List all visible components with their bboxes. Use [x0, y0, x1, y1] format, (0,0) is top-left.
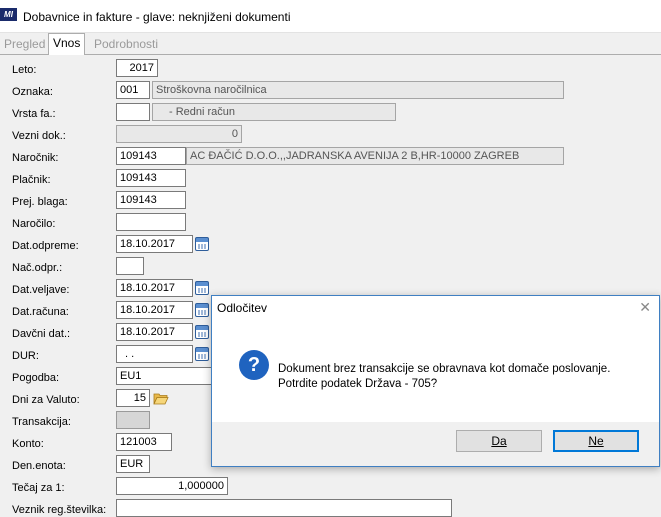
- label-dur: DUR:: [12, 350, 39, 362]
- label-oznaka: Oznaka:: [12, 86, 53, 98]
- dialog-message-line2: Potrdite podatek Država - 705?: [278, 378, 438, 390]
- narocnik-description: AC ĐAČIĆ D.O.O.,,JADRANSKA AVENIJA 2 B,H…: [186, 147, 564, 165]
- label-dat-racuna: Dat.računa:: [12, 306, 69, 318]
- label-den-enota: Den.enota:: [12, 460, 66, 472]
- narocnik-input[interactable]: 109143: [116, 147, 186, 165]
- dat-racuna-input[interactable]: 18.10.2017: [116, 301, 193, 319]
- dialog-message-line1: Dokument brez transakcije se obravnava k…: [278, 363, 611, 375]
- tab-strip: Pregled Vnos Podrobnosti: [0, 33, 661, 55]
- label-leto: Leto:: [12, 64, 37, 76]
- veznik-reg-input[interactable]: [116, 499, 452, 517]
- label-nac-odpr: Nač.odpr.:: [12, 262, 63, 274]
- yes-button-label: Da: [491, 434, 507, 448]
- dat-odpreme-input[interactable]: 18.10.2017: [116, 235, 193, 253]
- decision-dialog: Odločitev ✕ ? Dokument brez transakcije …: [211, 295, 660, 467]
- transakcija-field: [116, 411, 150, 429]
- label-vezni-dok: Vezni dok.:: [12, 130, 66, 142]
- close-icon[interactable]: ✕: [639, 299, 651, 316]
- label-transakcija: Transakcija:: [12, 416, 71, 428]
- label-vrsta-fa: Vrsta fa.:: [12, 108, 56, 120]
- label-prej-blaga: Prej. blaga:: [12, 196, 68, 208]
- tab-vnos[interactable]: Vnos: [48, 33, 86, 55]
- pogodba-input[interactable]: EU1: [116, 367, 212, 385]
- label-placnik: Plačnik:: [12, 174, 51, 186]
- label-veznik-reg: Veznik reg.številka:: [12, 504, 107, 516]
- calendar-icon[interactable]: [195, 303, 209, 317]
- folder-open-icon[interactable]: [153, 392, 169, 405]
- vrsta-fa-description: - Redni račun: [152, 103, 396, 121]
- dialog-title: Odločitev: [217, 301, 268, 315]
- dialog-message: Dokument brez transakcije se obravnava k…: [278, 362, 610, 392]
- label-dat-veljave: Dat.veljave:: [12, 284, 70, 296]
- vezni-dok-field: 0: [116, 125, 242, 143]
- prej-blaga-input[interactable]: 109143: [116, 191, 186, 209]
- calendar-icon[interactable]: [195, 325, 209, 339]
- oznaka-description: Stroškovna naročilnica: [152, 81, 564, 99]
- label-konto: Konto:: [12, 438, 44, 450]
- app-logo-icon: MI: [0, 8, 17, 21]
- yes-button[interactable]: Da: [456, 430, 542, 452]
- no-button-label: Ne: [588, 434, 604, 448]
- calendar-icon[interactable]: [195, 237, 209, 251]
- no-button[interactable]: Ne: [553, 430, 639, 452]
- tecaj-input[interactable]: 1,000000: [116, 477, 228, 495]
- title-bar: MI Dobavnice in fakture - glave: neknjiž…: [0, 0, 661, 33]
- placnik-input[interactable]: 109143: [116, 169, 186, 187]
- konto-input[interactable]: 121003: [116, 433, 172, 451]
- tab-pregled[interactable]: Pregled: [0, 35, 49, 53]
- den-enota-input[interactable]: EUR: [116, 455, 150, 473]
- label-narocilo: Naročilo:: [12, 218, 56, 230]
- oznaka-input[interactable]: 001: [116, 81, 150, 99]
- label-tecaj: Tečaj za 1:: [12, 482, 65, 494]
- question-icon: ?: [239, 350, 269, 380]
- window-title: Dobavnice in fakture - glave: neknjiženi…: [23, 10, 291, 24]
- leto-input[interactable]: 2017: [116, 59, 158, 77]
- dni-za-valuto-input[interactable]: 15: [116, 389, 150, 407]
- label-dni-za-valuto: Dni za Valuto:: [12, 394, 80, 406]
- label-davcni-dat: Davčni dat.:: [12, 328, 71, 340]
- dat-veljave-input[interactable]: 18.10.2017: [116, 279, 193, 297]
- tab-podrobnosti[interactable]: Podrobnosti: [90, 35, 162, 53]
- calendar-icon[interactable]: [195, 281, 209, 295]
- dur-input[interactable]: . .: [116, 345, 193, 363]
- label-narocnik: Naročnik:: [12, 152, 59, 164]
- label-pogodba: Pogodba:: [12, 372, 60, 384]
- vrsta-fa-input[interactable]: [116, 103, 150, 121]
- label-dat-odpreme: Dat.odpreme:: [12, 240, 79, 252]
- davcni-dat-input[interactable]: 18.10.2017: [116, 323, 193, 341]
- narocilo-input[interactable]: [116, 213, 186, 231]
- nac-odpr-input[interactable]: [116, 257, 144, 275]
- calendar-icon[interactable]: [195, 347, 209, 361]
